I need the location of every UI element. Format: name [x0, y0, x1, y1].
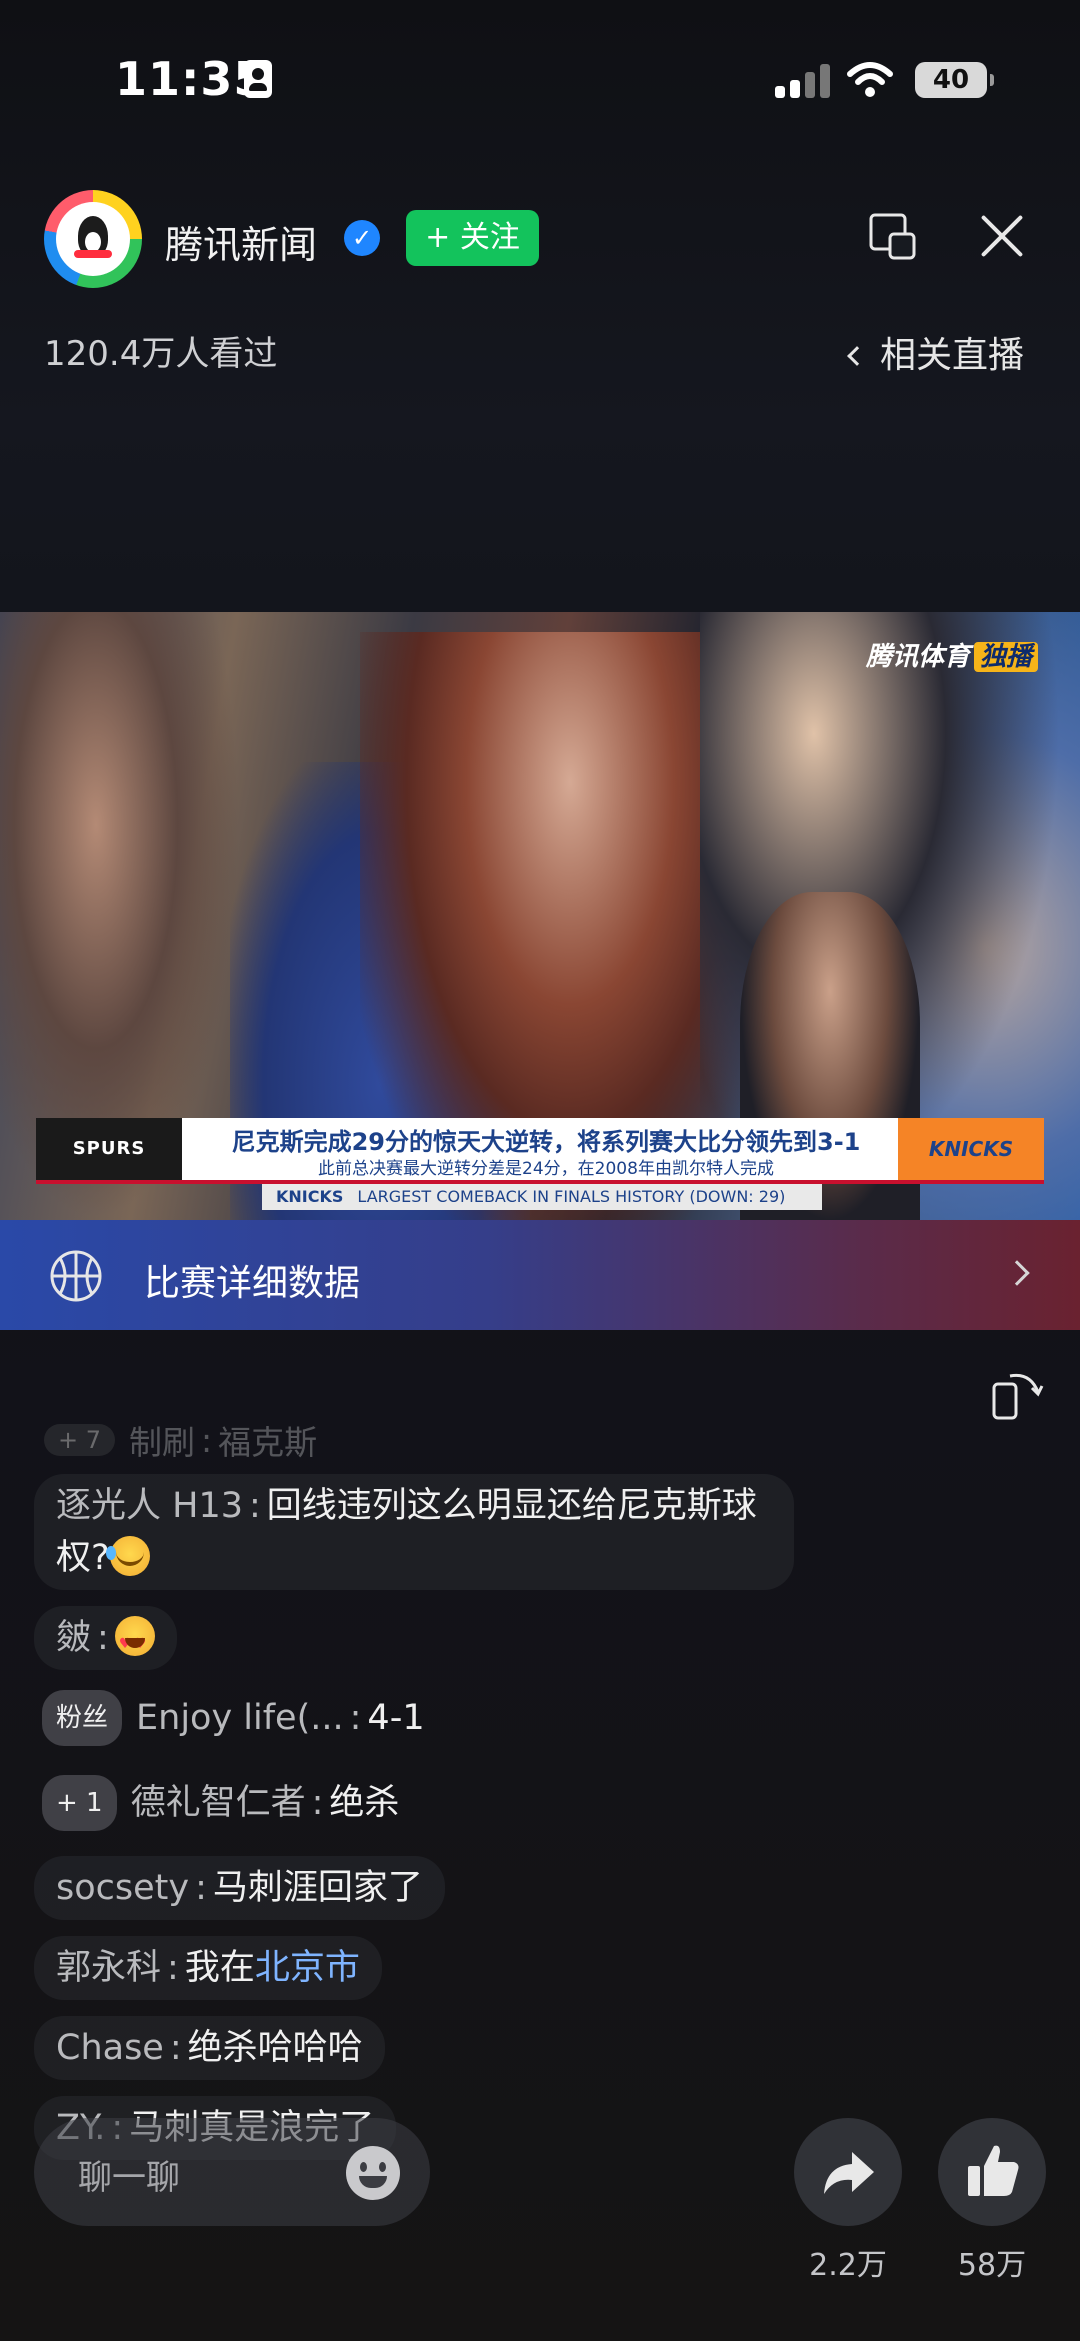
close-icon[interactable] — [978, 212, 1026, 260]
watermark-tag: 独播 — [974, 642, 1039, 672]
comment-text: 绝杀哈哈哈 — [187, 2028, 363, 2068]
comeback-strip: KNICKS LARGEST COMEBACK IN FINALS HISTORY… — [262, 1184, 822, 1210]
banner-subline: 此前总决赛最大逆转分差是24分，在2008年由凯尔特人完成 — [318, 1159, 774, 1179]
like-count: 58万 — [957, 2248, 1027, 2283]
heart-eyes-emoji-icon — [114, 1616, 155, 1670]
comment-text: 马刺涯回家了 — [212, 1868, 423, 1908]
wifi-icon — [847, 62, 893, 97]
comment-user: 德礼智仁者 — [130, 1783, 306, 1823]
comment-user: 逐光人 H13 — [56, 1486, 243, 1526]
account-name[interactable]: 腾讯新闻 — [165, 214, 317, 269]
spurs-logo: SPURS — [36, 1118, 182, 1180]
laughing-emoji-icon — [105, 1536, 150, 1576]
comment-faded: + 7 制刷 : 福克斯 — [44, 1418, 317, 1462]
chat-placeholder: 聊一聊 — [78, 2158, 180, 2198]
related-live-label: 相关直播 — [880, 335, 1025, 376]
score-banner: SPURS 尼克斯完成29分的惊天大逆转，将系列赛大比分领先到3-1 此前总决赛… — [36, 1118, 1044, 1184]
match-stats-bar[interactable]: 比赛详细数据 — [0, 1220, 1080, 1330]
account-header: 腾讯新闻 ✓ + 关注 — [0, 190, 1080, 300]
status-bar: 11:35 40 — [0, 0, 1080, 160]
comment-user: 郭永科 — [56, 1948, 162, 1988]
comment-item[interactable]: Chase: 绝杀哈哈哈 — [34, 2016, 385, 2080]
video-player[interactable]: 腾讯体育 独播 SPURS 尼克斯完成29分的惊天大逆转，将系列赛大比分领先到3-… — [0, 612, 1080, 1220]
account-avatar[interactable] — [44, 190, 142, 288]
share-icon — [824, 2152, 874, 2194]
strip-text: LARGEST COMEBACK IN FINALS HISTORY (DOWN… — [357, 1187, 786, 1206]
banner-headline: 尼克斯完成29分的惊天大逆转，将系列赛大比分领先到3-1 — [231, 1128, 861, 1156]
comment-list: 逐光人 H13:回线违列这么明显还给尼克斯球权? 皴: 粉丝 Enjoy life… — [34, 1474, 814, 2176]
view-count: 120.4万人看过 — [44, 334, 278, 374]
location-link[interactable]: 北京市 — [255, 1948, 360, 1988]
watermark-text: 腾讯体育 — [866, 642, 971, 672]
comment-item[interactable]: socsety: 马刺涯回家了 — [34, 1856, 445, 1920]
comment-text: 绝杀 — [329, 1783, 400, 1823]
contact-card-icon — [244, 60, 272, 98]
chevron-left-icon — [847, 346, 867, 366]
chat-input[interactable]: 聊一聊 — [34, 2118, 430, 2226]
picture-in-picture-icon[interactable] — [868, 212, 918, 262]
comment-text: 我在 — [184, 1948, 255, 1988]
cellular-signal-icon — [775, 64, 831, 98]
share-count: 2.2万 — [809, 2248, 887, 2283]
comment-item[interactable]: 皴: — [34, 1606, 177, 1670]
chevron-right-icon — [1004, 1260, 1030, 1286]
level-badge: + 7 — [44, 1424, 116, 1456]
comment-item[interactable]: + 1 德礼智仁者: 绝杀 — [34, 1771, 421, 1840]
comment-user: Enjoy life(... — [136, 1698, 344, 1738]
comment-user: 皴 — [56, 1618, 92, 1658]
comment-text: 福克斯 — [218, 1423, 318, 1462]
emoji-picker-icon[interactable] — [346, 2146, 400, 2200]
strip-team: KNICKS — [276, 1187, 344, 1206]
basketball-icon — [50, 1250, 102, 1302]
comment-item[interactable]: 粉丝 Enjoy life(...:4-1 — [34, 1686, 447, 1755]
related-live-link[interactable]: 相关直播 — [847, 326, 1025, 378]
comment-user: socsety — [56, 1868, 190, 1908]
follow-button[interactable]: + 关注 — [406, 210, 539, 266]
thumbs-up-icon — [968, 2145, 1019, 2196]
comment-user: Chase — [56, 2028, 164, 2068]
like-button[interactable] — [938, 2118, 1046, 2226]
battery-indicator: 40 — [915, 62, 994, 98]
share-button[interactable] — [794, 2118, 902, 2226]
comment-item[interactable]: 郭永科: 我在北京市 — [34, 1936, 382, 2000]
comment-text: 4-1 — [367, 1698, 425, 1738]
match-stats-label: 比赛详细数据 — [144, 1263, 361, 1304]
level-badge: + 1 — [42, 1775, 117, 1831]
comment-user: 制刷 — [129, 1423, 196, 1462]
rotate-screen-icon[interactable] — [990, 1366, 1046, 1422]
verified-badge-icon: ✓ — [344, 220, 380, 256]
video-watermark: 腾讯体育 独播 — [866, 636, 1039, 673]
comment-item[interactable]: 逐光人 H13: 回线违列这么明显还给尼克斯球权? — [34, 1474, 794, 1590]
fan-badge: 粉丝 — [42, 1690, 123, 1746]
knicks-logo: KNICKS — [898, 1118, 1044, 1180]
